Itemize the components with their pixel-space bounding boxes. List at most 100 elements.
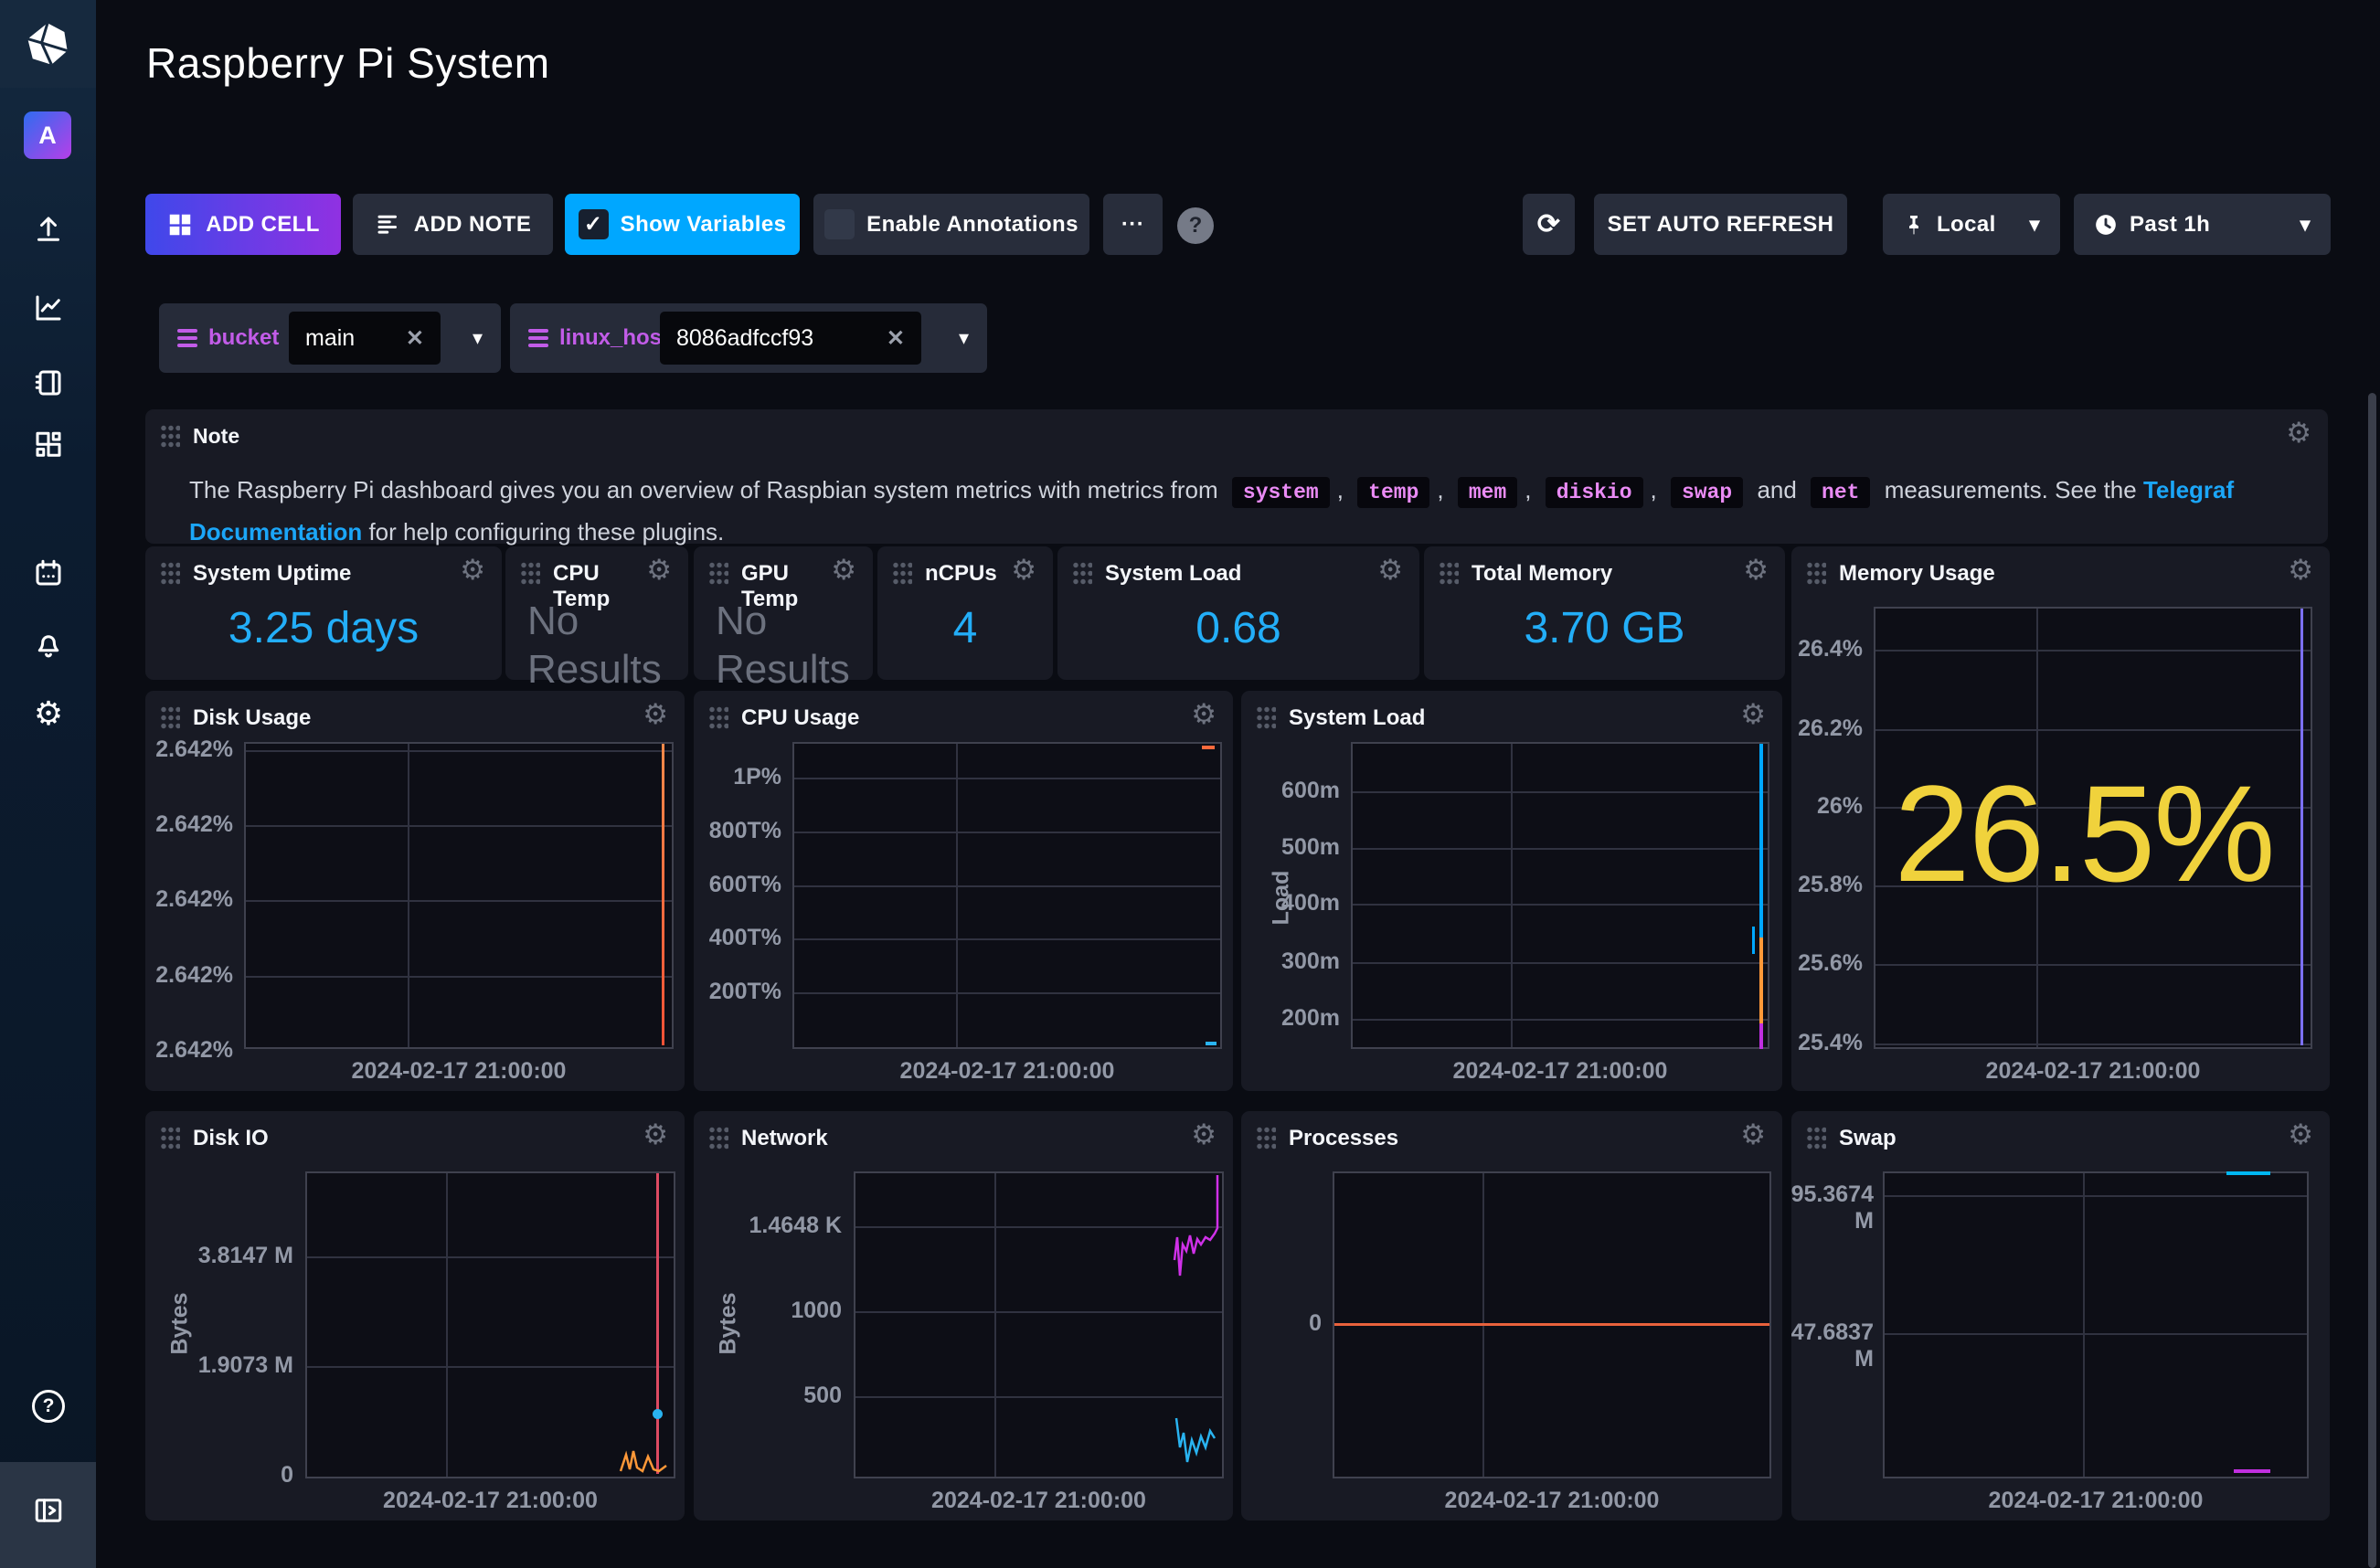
y-tick: 1.4648 K	[741, 1213, 842, 1239]
plot-area[interactable]	[244, 742, 674, 1049]
drag-handle-icon[interactable]	[160, 561, 180, 587]
drag-handle-icon[interactable]	[708, 705, 728, 731]
note-text-3: for help configuring these plugins.	[362, 518, 724, 546]
dashboards-icon[interactable]	[31, 428, 66, 462]
variable-drag-icon[interactable]	[177, 325, 197, 351]
add-note-button[interactable]: ADD NOTE	[353, 194, 553, 255]
clear-icon[interactable]: ✕	[406, 325, 424, 352]
drag-handle-icon[interactable]	[708, 561, 728, 587]
gear-icon[interactable]: ⚙	[831, 556, 856, 584]
help-question-button[interactable]: ?	[1177, 207, 1214, 244]
cell-system-uptime: System Uptime ⚙ 3.25 days	[145, 546, 502, 680]
set-auto-refresh-button[interactable]: SET AUTO REFRESH	[1594, 194, 1847, 255]
gear-icon[interactable]: ⚙	[1011, 556, 1036, 584]
load1-trace-spike	[1752, 927, 1755, 954]
cell-total-memory: Total Memory ⚙ 3.70 GB	[1424, 546, 1785, 680]
drag-handle-icon[interactable]	[708, 1126, 728, 1151]
plot-area[interactable]	[1883, 1171, 2309, 1478]
y-tick: 200T%	[701, 979, 781, 1005]
drag-handle-icon[interactable]	[1256, 1126, 1276, 1151]
add-cell-button[interactable]: ADD CELL	[145, 194, 341, 255]
gear-icon[interactable]: ⚙	[1191, 1120, 1217, 1149]
clear-icon[interactable]: ✕	[887, 325, 905, 352]
settings-gear-icon[interactable]: ⚙	[31, 696, 66, 731]
gear-icon[interactable]: ⚙	[1191, 700, 1217, 728]
y-tick: 600T%	[701, 872, 781, 898]
influxdb-logo-icon[interactable]	[24, 20, 71, 68]
drag-handle-icon[interactable]	[892, 561, 912, 587]
data-explorer-icon[interactable]	[31, 291, 66, 325]
time-range-label: Past 1h	[2130, 212, 2210, 238]
gear-icon[interactable]: ⚙	[1740, 700, 1766, 728]
gear-icon[interactable]: ⚙	[646, 556, 672, 584]
gear-icon[interactable]: ⚙	[1743, 556, 1769, 584]
vertical-scrollbar[interactable]	[2368, 393, 2376, 1568]
gear-icon[interactable]: ⚙	[460, 556, 485, 584]
y-tick: 25.4%	[1791, 1030, 1863, 1056]
drag-handle-icon[interactable]	[520, 561, 540, 587]
cell-title: Network	[741, 1126, 828, 1151]
variable-host-dropdown[interactable]: ▾	[959, 303, 969, 373]
enable-annotations-label: Enable Annotations	[866, 212, 1078, 238]
timezone-dropdown[interactable]: Local ▾	[1883, 194, 2060, 255]
stat-value: 0.68	[1057, 603, 1419, 653]
time-range-dropdown[interactable]: Past 1h ▾	[2074, 194, 2331, 255]
drag-handle-icon[interactable]	[160, 1126, 180, 1151]
expand-sidebar-icon[interactable]	[31, 1493, 66, 1528]
more-options-button[interactable]: ···	[1103, 194, 1163, 255]
gear-icon[interactable]: ⚙	[643, 700, 668, 728]
help-icon[interactable]: ?	[31, 1389, 66, 1424]
code-diskio: diskio	[1546, 477, 1643, 508]
drag-handle-icon[interactable]	[1072, 561, 1092, 587]
variable-host-value[interactable]: 8086adfccf93 ✕	[660, 312, 921, 365]
gear-icon[interactable]: ⚙	[2288, 556, 2313, 584]
y-axis-title: Bytes	[716, 1292, 742, 1354]
y-tick: 500m	[1259, 834, 1340, 861]
cpu-usage-trace-orange	[1202, 746, 1215, 749]
gear-icon[interactable]: ⚙	[2286, 418, 2311, 447]
processes-trace	[1334, 1323, 1769, 1326]
plot-area[interactable]	[1351, 742, 1769, 1049]
drag-handle-icon[interactable]	[1256, 705, 1276, 731]
chevron-down-icon: ▾	[959, 326, 969, 350]
y-tick: 95.3674 M	[1791, 1181, 1874, 1234]
stat-value: 3.25 days	[145, 603, 502, 653]
notebooks-icon[interactable]	[31, 366, 66, 400]
gear-icon[interactable]: ⚙	[1740, 1120, 1766, 1149]
variable-bucket: bucket main ✕ ▾	[159, 303, 501, 373]
variable-host-label: linux_host	[559, 325, 669, 351]
load1-trace	[1759, 744, 1763, 938]
y-tick: 2.642%	[153, 886, 233, 913]
gear-icon[interactable]: ⚙	[1377, 556, 1403, 584]
plot-area[interactable]	[1333, 1171, 1771, 1478]
refresh-button[interactable]: ⟳	[1523, 194, 1575, 255]
plot-area[interactable]	[305, 1171, 675, 1478]
cell-memory-usage: Memory Usage ⚙ 26.4% 26.2% 26% 25.8% 25.…	[1791, 546, 2330, 1091]
alerts-bell-icon[interactable]	[31, 627, 66, 662]
x-axis-label: 2024-02-17 21:00:00	[854, 1488, 1224, 1514]
cell-title: Total Memory	[1472, 561, 1612, 587]
gear-icon[interactable]: ⚙	[643, 1120, 668, 1149]
upload-icon[interactable]	[31, 212, 66, 247]
cell-gpu-temp: GPU Temp ⚙ No Results	[694, 546, 873, 680]
variable-bucket-dropdown[interactable]: ▾	[473, 303, 483, 373]
plot-area[interactable]	[792, 742, 1222, 1049]
drag-handle-icon[interactable]	[160, 705, 180, 731]
variable-drag-icon[interactable]	[528, 325, 548, 351]
drag-handle-icon[interactable]	[1806, 561, 1826, 587]
enable-annotations-toggle[interactable]: Enable Annotations	[813, 194, 1089, 255]
gear-icon[interactable]: ⚙	[2288, 1120, 2313, 1149]
drag-handle-icon[interactable]	[1806, 1126, 1826, 1151]
show-variables-toggle[interactable]: ✓ Show Variables	[565, 194, 800, 255]
timezone-label: Local	[1937, 212, 1996, 238]
plot-area[interactable]	[854, 1171, 1224, 1478]
question-glyph: ?	[1189, 213, 1203, 238]
note-sep: ,	[1437, 476, 1450, 503]
y-tick: 2.642%	[153, 962, 233, 989]
drag-handle-icon[interactable]	[1439, 561, 1459, 587]
note-sep: ,	[1525, 476, 1537, 503]
drag-handle-icon[interactable]	[160, 424, 180, 450]
account-avatar[interactable]: A	[24, 111, 71, 159]
variable-bucket-value[interactable]: main ✕	[289, 312, 441, 365]
tasks-calendar-icon[interactable]	[31, 556, 66, 590]
